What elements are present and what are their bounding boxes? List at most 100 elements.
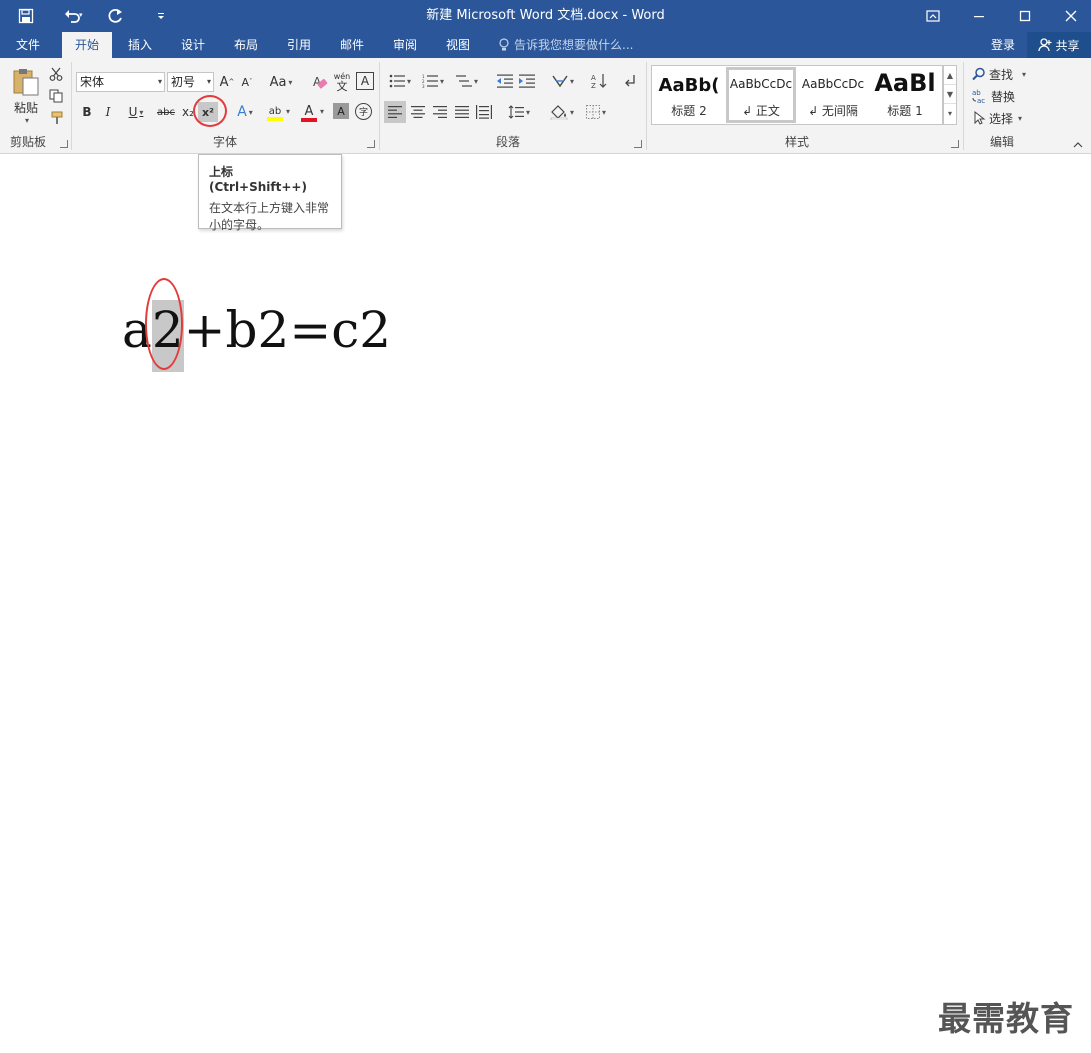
font-name-combo[interactable]: 宋体 ▾ <box>76 72 165 92</box>
tell-me-box[interactable]: 告诉我您想要做什么... <box>498 32 633 58</box>
line-spacing-icon[interactable]: ▾ <box>504 101 534 123</box>
copy-icon[interactable] <box>46 86 66 106</box>
gallery-more-icon[interactable]: ▾ <box>944 104 956 123</box>
clipboard-icon <box>13 69 39 96</box>
tell-me-placeholder: 告诉我您想要做什么... <box>514 38 634 52</box>
decrease-indent-icon[interactable] <box>494 70 516 92</box>
show-formatting-marks-icon[interactable] <box>620 70 640 92</box>
share-button[interactable]: 共享 <box>1027 32 1091 58</box>
italic-button[interactable]: I <box>99 102 117 122</box>
login-link[interactable]: 登录 <box>991 32 1015 58</box>
underline-button[interactable]: U ▾ <box>120 102 152 122</box>
gallery-down-icon[interactable]: ▼ <box>944 85 956 104</box>
undo-icon[interactable]: ▾ <box>56 0 92 32</box>
character-shading-glyph: A <box>337 104 345 118</box>
numbering-icon[interactable]: 1 2 3 ▾ <box>418 70 448 92</box>
style-heading-1[interactable]: AaBl 标题 1 <box>870 67 940 123</box>
increase-indent-icon[interactable] <box>516 70 538 92</box>
title-bar: ▾ 新建 Microsoft Word 文档.docx - Word <box>0 0 1091 32</box>
watermark: 最需教育 <box>938 999 1074 1038</box>
font-size-combo[interactable]: 初号 ▾ <box>167 72 214 92</box>
replace-button[interactable]: ab ac 替换 <box>972 86 1034 106</box>
text-effects-button[interactable]: A ▾ <box>230 102 260 122</box>
minimize-icon[interactable] <box>956 0 1002 32</box>
align-right-icon[interactable] <box>429 101 451 123</box>
clipboard-group-label: 剪贴板 <box>9 135 46 149</box>
highlight-color-button[interactable]: ab ▾ <box>262 100 294 122</box>
lightbulb-icon <box>499 38 509 51</box>
style-no-spacing[interactable]: AaBbCcDc ↲ 无间隔 <box>798 67 868 123</box>
bold-button[interactable]: B <box>78 102 96 122</box>
paste-button[interactable]: 粘贴 ▾ <box>8 64 44 128</box>
bold-glyph: B <box>82 105 92 119</box>
style-name: 标题 1 <box>887 104 923 118</box>
sort-icon[interactable]: AZ <box>588 70 610 92</box>
tab-mailings[interactable]: 邮件 <box>328 32 376 58</box>
format-painter-icon[interactable] <box>46 108 66 128</box>
italic-glyph: I <box>105 105 111 119</box>
close-icon[interactable] <box>1048 0 1091 32</box>
styles-launcher-icon[interactable] <box>951 140 959 148</box>
character-border-button[interactable]: A <box>356 72 374 90</box>
customize-icon[interactable] <box>150 0 172 32</box>
font-color-button[interactable]: A ▾ <box>296 100 328 122</box>
distributed-icon[interactable] <box>473 101 495 123</box>
phonetic-guide-bottom: 文 <box>336 80 348 93</box>
save-icon[interactable] <box>12 0 40 32</box>
enclose-characters-button[interactable]: 字 <box>355 103 372 120</box>
phonetic-guide-button[interactable]: wén 文 <box>332 70 352 94</box>
superscript-tooltip: 上标 (Ctrl+Shift++) 在文本行上方键入非常小的字母。 <box>198 154 342 232</box>
superscript-glyph: x² <box>202 105 214 119</box>
tab-file[interactable]: 文件 <box>0 32 56 58</box>
ribbon-display-options-icon[interactable] <box>910 0 956 32</box>
clear-formatting-icon[interactable]: A <box>310 72 330 92</box>
underline-glyph: U <box>128 105 138 119</box>
redo-icon[interactable] <box>102 0 130 32</box>
font-color-swatch <box>300 117 317 122</box>
multilevel-list-icon[interactable]: ▾ <box>452 70 482 92</box>
tab-review[interactable]: 审阅 <box>380 32 430 58</box>
font-name-value: 宋体 <box>80 75 105 89</box>
tab-insert[interactable]: 插入 <box>116 32 164 58</box>
shading-icon[interactable]: ▾ <box>546 101 578 123</box>
document-text[interactable]: a2+b2=c2 <box>122 300 391 372</box>
clipboard-launcher-icon[interactable] <box>60 140 68 148</box>
styles-group-label: 样式 <box>784 135 809 149</box>
strikethrough-button[interactable]: abc <box>155 102 177 122</box>
align-left-icon[interactable] <box>384 101 406 123</box>
subscript-button[interactable]: x₂ <box>178 102 198 122</box>
select-button[interactable]: 选择 ▾ <box>972 108 1034 128</box>
grow-font-button[interactable]: A ^ <box>218 72 236 92</box>
tab-home[interactable]: 开始 <box>62 32 112 58</box>
tab-layout[interactable]: 布局 <box>222 32 270 58</box>
svg-text:3: 3 <box>422 84 425 88</box>
change-case-button[interactable]: Aa ▾ <box>266 72 296 92</box>
tab-references[interactable]: 引用 <box>274 32 324 58</box>
maximize-icon[interactable] <box>1002 0 1048 32</box>
chevron-down-icon: ▾ <box>206 77 211 86</box>
shrink-font-button[interactable]: Aˇ <box>238 72 256 92</box>
borders-icon[interactable]: ▾ <box>580 101 612 123</box>
tab-view[interactable]: 视图 <box>434 32 482 58</box>
find-button[interactable]: 查找 ▾ <box>972 64 1034 84</box>
cut-icon[interactable] <box>46 64 66 84</box>
gallery-up-icon[interactable]: ▲ <box>944 66 956 85</box>
font-launcher-icon[interactable] <box>367 140 375 148</box>
style-name: ↲ 正文 <box>742 104 780 118</box>
superscript-button[interactable]: x² <box>198 102 218 122</box>
selected-text[interactable]: 2 <box>151 300 184 372</box>
character-border-glyph: A <box>360 74 370 88</box>
collapse-ribbon-icon[interactable] <box>1070 138 1086 152</box>
subscript-glyph: x₂ <box>182 105 194 119</box>
highlight-swatch <box>266 116 283 121</box>
character-shading-button[interactable]: A <box>333 103 349 119</box>
paragraph-launcher-icon[interactable] <box>634 140 642 148</box>
bullets-icon[interactable]: ▾ <box>385 70 415 92</box>
style-heading-2[interactable]: AaBb( 标题 2 <box>654 67 724 123</box>
style-normal[interactable]: AaBbCcDc ↲ 正文 <box>726 67 796 123</box>
svg-text:ac: ac <box>977 97 985 104</box>
chinese-layout-icon[interactable]: ▾ <box>548 70 578 92</box>
justify-icon[interactable] <box>451 101 473 123</box>
align-center-icon[interactable] <box>407 101 429 123</box>
tab-design[interactable]: 设计 <box>168 32 218 58</box>
